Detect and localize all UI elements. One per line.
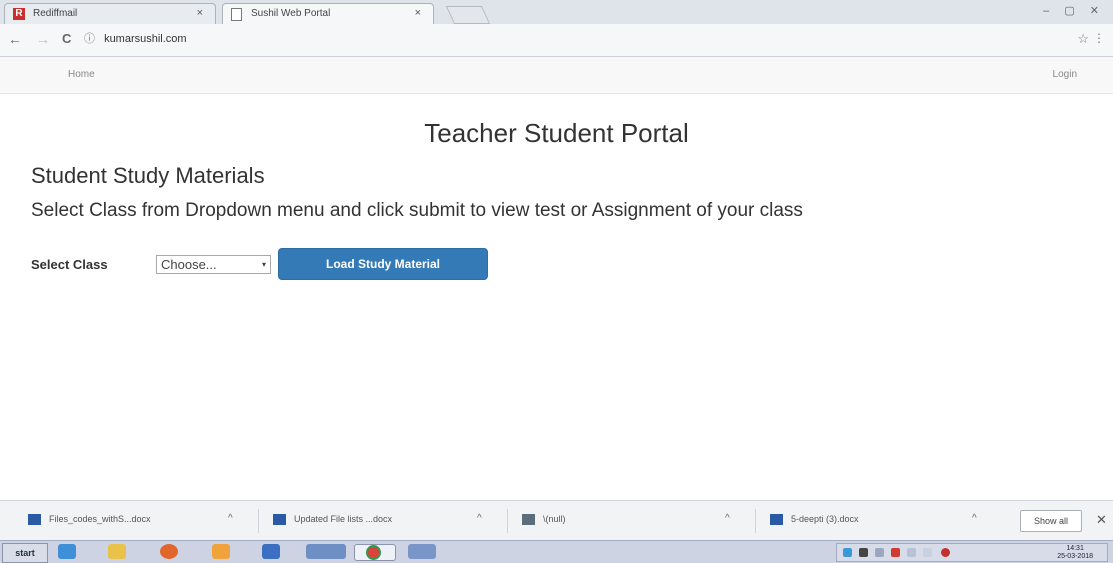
download-options-chevron-icon[interactable]: ^ [477,513,482,524]
browser-menu-icon[interactable]: ⋮ [1093,31,1105,45]
browser-toolbar: ← → C ⓘ kumarsushil.com ☆ ⋮ [0,24,1113,57]
internet-explorer-icon[interactable] [58,544,76,559]
download-options-chevron-icon[interactable]: ^ [725,513,730,524]
download-filename: Files_codes_withS...docx [49,514,151,524]
folder-icon[interactable] [108,544,126,559]
taskbar-clock[interactable]: 14:31 25-03-2018 [1057,545,1093,561]
class-select-form: Select Class Choose... ▾ Load Study Mate… [31,248,631,280]
rediffmail-favicon-icon: R [13,8,25,20]
page-favicon-icon [231,8,242,21]
window-controls[interactable]: – ▢ ✕ [1043,4,1105,17]
word-doc-icon [273,514,286,526]
download-item[interactable]: 5-deepti (3).docx [770,514,859,526]
chrome-icon [366,545,381,560]
os-taskbar: start 14:31 25-03-2018 [0,540,1113,563]
info-icon[interactable]: ⓘ [84,33,95,45]
class-select-dropdown[interactable]: Choose... ▾ [156,255,271,274]
clock-time: 14:31 [1066,545,1084,552]
bookmark-star-icon[interactable]: ☆ [1077,31,1089,47]
tab-close-icon[interactable]: × [197,7,203,19]
close-icon[interactable]: ✕ [1096,512,1107,528]
divider [507,509,508,533]
show-all-downloads-button[interactable]: Show all [1020,510,1082,532]
tab-title: Rediffmail [33,8,78,19]
tray-speaker-icon[interactable] [859,548,868,557]
divider [258,509,259,533]
network-app-icon[interactable] [262,544,280,559]
clock-date: 25-03-2018 [1057,553,1093,560]
tray-flag-icon[interactable] [891,548,900,557]
select-value: Choose... [161,257,217,272]
browser-tab-strip: R Rediffmail × Sushil Web Portal × – ▢ ✕ [0,0,1113,25]
tray-antivirus-icon[interactable] [941,548,950,557]
tray-app-icon[interactable] [923,548,932,557]
instructions-text: Select Class from Dropdown menu and clic… [31,200,803,221]
back-arrow-icon[interactable]: ← [8,31,22,47]
download-options-chevron-icon[interactable]: ^ [228,513,233,524]
media-player-icon[interactable] [212,544,230,559]
address-bar[interactable]: ⓘ kumarsushil.com [84,30,1074,49]
tab-close-icon[interactable]: × [415,7,421,19]
system-tray: 14:31 25-03-2018 [836,543,1108,562]
forward-arrow-icon[interactable]: → [36,31,50,47]
word-doc-icon [28,514,41,526]
load-study-material-button[interactable]: Load Study Material [278,248,488,280]
tab-title: Sushil Web Portal [251,8,331,19]
tray-app-icon[interactable] [907,548,916,557]
page-title: Teacher Student Portal [424,118,689,148]
chevron-down-icon: ▾ [261,260,266,269]
download-item[interactable]: \(null) [522,514,566,526]
download-filename: \(null) [543,514,566,524]
new-tab-button[interactable] [445,6,491,24]
download-filename: Updated File lists ...docx [294,514,393,524]
download-item[interactable]: Updated File lists ...docx [273,514,393,526]
tab-rediffmail[interactable]: R Rediffmail × [4,3,216,24]
download-shelf: Files_codes_withS...docx ^ Updated File … [0,500,1113,541]
section-heading: Student Study Materials [31,163,265,188]
url-text: kumarsushil.com [104,33,187,45]
download-options-chevron-icon[interactable]: ^ [972,513,977,524]
divider [755,509,756,533]
image-file-icon [522,514,535,526]
tab-sushil-web-portal[interactable]: Sushil Web Portal × [222,3,434,24]
nav-link-home[interactable]: Home [68,69,95,80]
site-navbar: Home Login [0,57,1113,94]
chrome-taskbar-button[interactable] [354,544,396,561]
remote-desktop-icon[interactable] [306,544,346,559]
download-filename: 5-deepti (3).docx [791,514,859,524]
app-window-icon[interactable] [408,544,436,559]
download-item[interactable]: Files_codes_withS...docx [28,514,151,526]
start-button[interactable]: start [2,543,48,563]
tray-monitor-icon[interactable] [875,548,884,557]
firefox-icon[interactable] [160,544,178,559]
nav-link-login[interactable]: Login [1053,69,1077,80]
select-class-label: Select Class [31,257,108,272]
reload-icon[interactable]: C [62,31,71,46]
word-doc-icon [770,514,783,526]
tray-network-icon[interactable] [843,548,852,557]
